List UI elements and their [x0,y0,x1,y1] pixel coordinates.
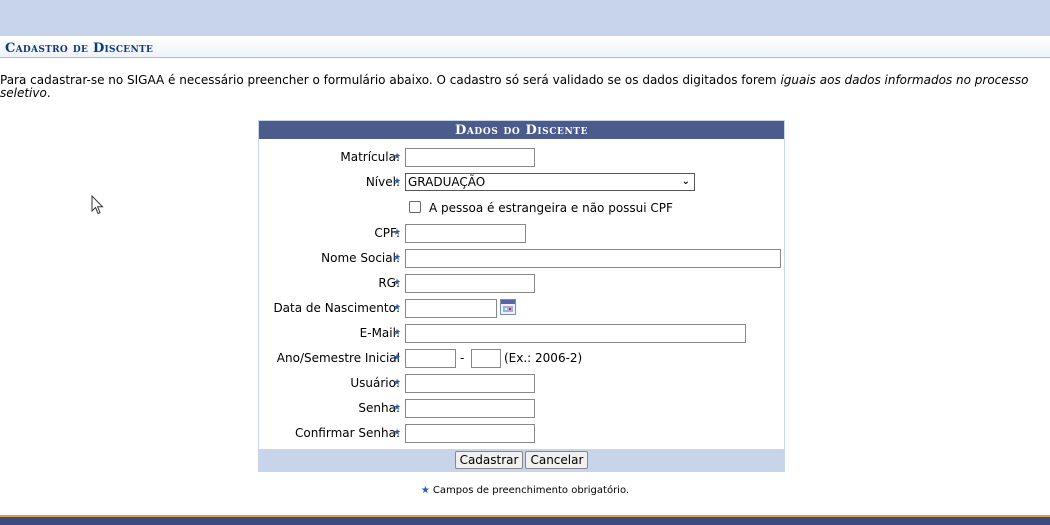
footer-bar [0,515,1050,525]
row-email: E-Mail: ★ [259,323,784,343]
page-title: Cadastro de Discente [5,41,154,56]
ano-input[interactable] [405,349,456,368]
row-data-nascimento: Data de Nascimento: ★ [259,298,784,318]
student-form: Dados do Discente Matrícula: ★ Nível: ★ … [258,120,785,472]
row-nivel: Nível: ★ GRADUAÇÃO ⌄ [259,172,784,192]
mouse-pointer-icon [91,195,104,215]
row-nome-social: Nome Social: ★ [259,248,784,268]
star-icon: ★ [393,228,402,238]
nivel-select[interactable]: GRADUAÇÃO ⌄ [405,173,695,191]
star-icon: ★ [393,278,402,288]
ano-semestre-separator: - [460,351,465,365]
rg-input[interactable] [405,274,535,293]
top-header-band [0,0,1050,36]
row-cpf: CPF: ★ [259,223,784,243]
matricula-label: Matrícula: [340,150,400,164]
required-footnote: ★ Campos de preenchimento obrigatório. [0,485,1050,496]
intro-end: . [46,86,51,100]
nivel-selected-value: GRADUAÇÃO [408,175,486,189]
form-caption: Dados do Discente [259,121,784,139]
star-icon: ★ [393,378,402,388]
nome-social-input[interactable] [405,249,781,268]
row-ano-semestre: Ano/Semestre Inicial ★ - (Ex.: 2006-2) [259,348,784,368]
intro-paragraph: Para cadastrar-se no SIGAA é necessário … [0,74,1040,100]
intro-text: Para cadastrar-se no SIGAA é necessário … [0,73,781,87]
ano-semestre-label: Ano/Semestre Inicial [276,351,400,365]
cancelar-button[interactable]: Cancelar [525,451,589,469]
star-icon: ★ [393,328,402,338]
cpf-input[interactable] [405,224,526,243]
data-nascimento-label: Data de Nascimento: [273,301,400,315]
semestre-input[interactable] [471,349,501,368]
usuario-input[interactable] [405,374,535,393]
star-icon: ★ [393,403,402,413]
matricula-input[interactable] [405,148,535,167]
star-icon: ★ [393,428,402,438]
star-icon: ★ [420,485,430,496]
row-confirmar-senha: Confirmar Senha: ★ [259,423,784,443]
star-icon: ★ [393,353,402,363]
confirmar-senha-label: Confirmar Senha: [294,426,400,440]
form-button-bar: Cadastrar Cancelar [259,449,784,471]
cadastrar-button[interactable]: Cadastrar [454,451,524,469]
footnote-text: Campos de preenchimento obrigatório. [432,485,630,496]
row-usuario: Usuário: ★ [259,373,784,393]
nome-social-label: Nome Social: [321,251,400,265]
page-title-bar: Cadastro de Discente [0,36,1050,58]
star-icon: ★ [393,177,402,187]
calendar-icon[interactable] [500,299,516,315]
row-matricula: Matrícula: ★ [259,147,784,167]
row-estrangeira: A pessoa é estrangeira e não possui CPF [259,198,784,218]
confirmar-senha-input[interactable] [405,424,535,443]
chevron-down-icon: ⌄ [681,176,690,187]
data-nascimento-input[interactable] [405,299,497,318]
email-input[interactable] [405,324,746,343]
estrangeira-label: A pessoa é estrangeira e não possui CPF [429,201,673,215]
estrangeira-checkbox[interactable] [409,201,421,213]
star-icon: ★ [393,152,402,162]
row-senha: Senha: ★ [259,398,784,418]
senha-input[interactable] [405,399,535,418]
star-icon: ★ [393,303,402,313]
ano-semestre-hint: (Ex.: 2006-2) [504,351,583,365]
star-icon: ★ [393,253,402,263]
row-rg: RG: ★ [259,273,784,293]
